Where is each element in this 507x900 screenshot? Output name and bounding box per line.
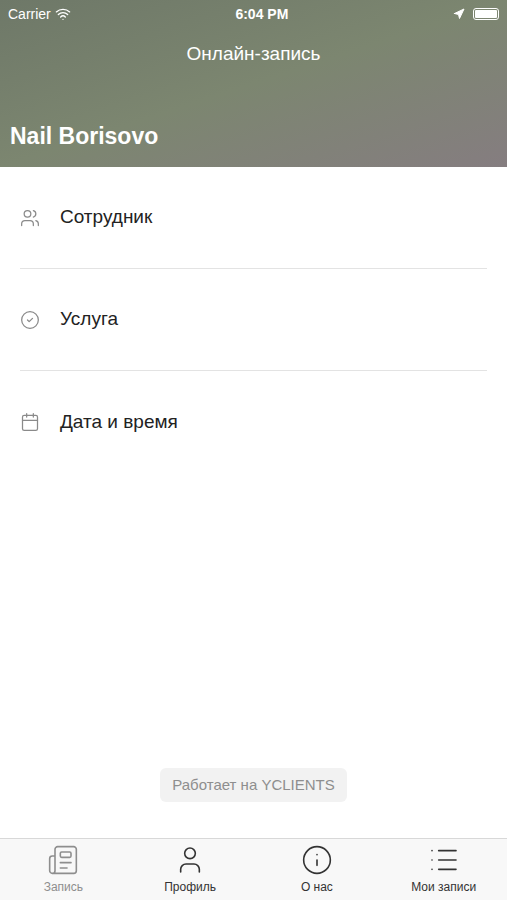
menu-label: Дата и время — [60, 408, 178, 437]
list-icon — [428, 844, 460, 876]
powered-by-badge: Работает на YCLIENTS — [160, 768, 347, 803]
tab-item[interactable]: Профиль — [127, 839, 254, 900]
profile-icon — [174, 844, 206, 876]
page-title: Онлайн-запись — [0, 40, 507, 69]
tab-label: Запись — [44, 878, 83, 896]
app-screen: Carrier 6:04 PM Онлайн-запись Nail Borisovo… — [0, 0, 507, 900]
menu-label: Услуга — [60, 305, 118, 334]
tab-bar: Запись Профиль О нас Мои записи — [0, 838, 507, 900]
wifi-icon — [55, 6, 71, 22]
tab-item[interactable]: Мои записи — [380, 839, 507, 900]
menu-row[interactable]: Дата и время — [20, 371, 487, 473]
company-name: Nail Borisovo — [0, 119, 507, 168]
info-icon — [301, 844, 333, 876]
menu-label: Сотрудник — [60, 203, 152, 232]
tab-label: О нас — [301, 878, 333, 896]
booking-menu: Сотрудник Услуга Дата и время — [0, 167, 507, 473]
tab-item[interactable]: Запись — [0, 839, 127, 900]
staff-icon — [20, 208, 40, 228]
tab-label: Мои записи — [411, 878, 476, 896]
header: Carrier 6:04 PM Онлайн-запись Nail Borisovo — [0, 0, 507, 167]
menu-row[interactable]: Сотрудник — [20, 167, 487, 269]
calendar-icon — [20, 412, 40, 432]
booking-icon — [47, 844, 79, 876]
menu-row[interactable]: Услуга — [20, 269, 487, 371]
battery-icon — [473, 8, 499, 20]
tab-item[interactable]: О нас — [254, 839, 381, 900]
service-icon — [20, 310, 40, 330]
status-bar: Carrier 6:04 PM — [0, 0, 507, 28]
location-icon — [453, 8, 465, 20]
time: 6:04 PM — [235, 4, 288, 25]
carrier: Carrier — [8, 4, 51, 25]
tab-label: Профиль — [164, 878, 216, 896]
